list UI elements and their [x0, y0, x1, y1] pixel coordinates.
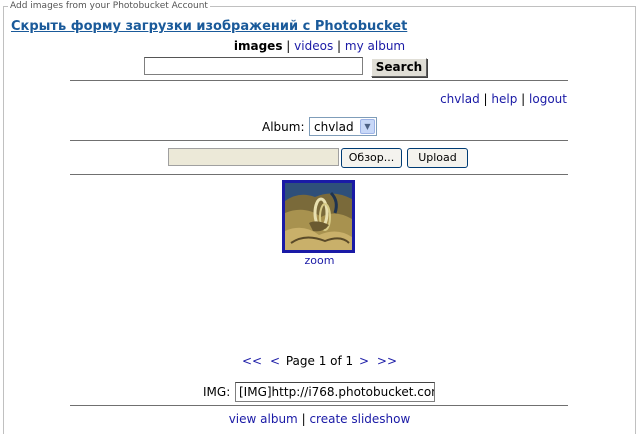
user-link[interactable]: chvlad: [440, 92, 480, 106]
chevron-down-icon[interactable]: ▼: [360, 119, 375, 134]
fieldset-border-right: [635, 6, 636, 434]
img-code-field[interactable]: [IMG]http://i768.photobucket.com: [235, 382, 435, 402]
link-separator: |: [301, 412, 306, 426]
next-page-link[interactable]: >: [359, 354, 369, 368]
search-input[interactable]: [144, 57, 363, 75]
link-separator: |: [521, 92, 526, 106]
divider: [70, 405, 568, 406]
logout-link[interactable]: logout: [529, 92, 567, 106]
footer-links: view album | create slideshow: [0, 412, 639, 426]
album-select[interactable]: chvlad ▼: [309, 117, 377, 136]
divider: [70, 140, 568, 141]
prev-page-link[interactable]: <: [270, 354, 280, 368]
search-button[interactable]: Search: [371, 58, 427, 77]
view-album-link[interactable]: view album: [229, 412, 298, 426]
first-page-link[interactable]: <<: [242, 354, 262, 368]
thumbnail-image: [285, 183, 352, 250]
page-indicator: Page 1 of 1: [285, 354, 354, 368]
hide-upload-form-link[interactable]: Скрыть форму загрузки изображений с Phot…: [11, 19, 407, 34]
file-path-field[interactable]: [168, 148, 339, 166]
pagination: << < Page 1 of 1 > >>: [0, 354, 639, 368]
tab-separator: |: [337, 39, 342, 53]
tab-my-album[interactable]: my album: [345, 39, 405, 53]
image-thumbnail[interactable]: [282, 180, 355, 253]
fieldset-border-left: [3, 6, 4, 434]
zoom-link[interactable]: zoom: [305, 254, 335, 267]
divider: [70, 80, 568, 81]
tab-videos[interactable]: videos: [294, 39, 333, 53]
album-label: Album:: [262, 120, 305, 134]
browse-button[interactable]: Обзор...: [341, 148, 402, 168]
album-selected-value: chvlad: [314, 120, 354, 134]
create-slideshow-link[interactable]: create slideshow: [309, 412, 410, 426]
divider: [70, 174, 568, 175]
fieldset-legend: Add images from your Photobucket Account: [8, 0, 210, 12]
tab-separator: |: [286, 39, 291, 53]
last-page-link[interactable]: >>: [377, 354, 397, 368]
img-code-label: IMG:: [203, 385, 231, 399]
link-separator: |: [483, 92, 488, 106]
tab-images[interactable]: images: [234, 39, 283, 53]
account-links: chvlad | help | logout: [440, 92, 567, 106]
upload-button[interactable]: Upload: [407, 148, 468, 168]
help-link[interactable]: help: [491, 92, 517, 106]
media-tabs: images | videos | my album: [0, 39, 639, 53]
